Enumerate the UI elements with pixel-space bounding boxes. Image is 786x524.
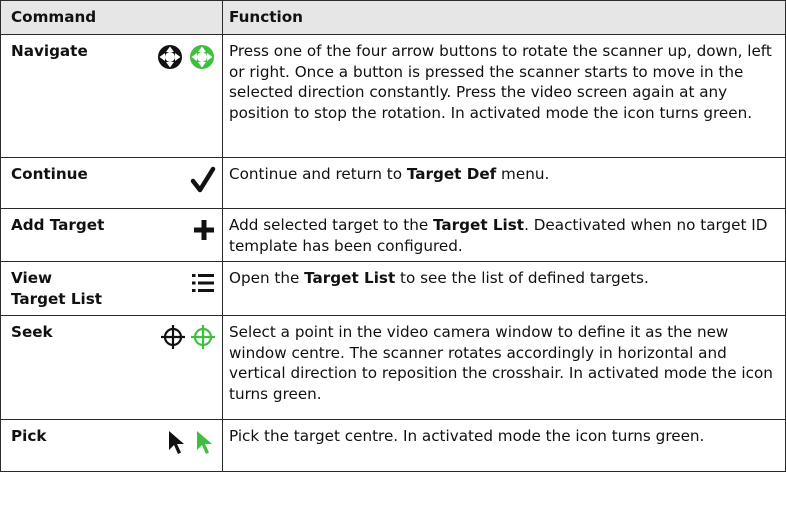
table-row-navigate: Navigate Press one of the four arrow but… — [0, 34, 786, 158]
command-label: Add Target — [11, 216, 105, 234]
function-menu-name: Target Def — [406, 165, 497, 183]
plus-icon — [194, 220, 214, 240]
function-text: Continue and return to — [229, 165, 407, 183]
function-text: to see the list of defined targets. — [395, 269, 649, 287]
cursor-arrow-icon — [169, 431, 184, 454]
command-label: Continue — [11, 165, 88, 183]
navigate-arrows-icon — [158, 45, 182, 69]
command-label: Navigate — [11, 42, 88, 60]
table-row-add-target: Add Target Add selected target to the Ta… — [0, 208, 786, 262]
function-description: Select a point in the video camera windo… — [222, 315, 786, 420]
navigate-arrows-icon-active — [190, 45, 214, 69]
function-text: Add selected target to the — [229, 216, 434, 234]
column-header-command: Command — [0, 0, 223, 35]
table-row-view-target-list: ViewTarget List Open the Target List to — [0, 261, 786, 316]
command-label: View Target List — [11, 268, 102, 309]
column-header-function: Function — [222, 0, 786, 35]
function-text: menu. — [496, 165, 550, 183]
crosshair-icon — [161, 325, 185, 349]
function-description: Press one of the four arrow buttons to r… — [222, 34, 786, 158]
checkmark-icon — [190, 166, 216, 193]
command-function-table: Command Function Navigate Press one of t… — [0, 0, 786, 472]
list-icon — [192, 274, 214, 292]
command-label-line: Target List — [11, 289, 103, 308]
crosshair-icon-active — [191, 325, 215, 349]
command-label-line: View — [11, 269, 53, 287]
function-list-name: Target List — [433, 216, 525, 234]
function-description: Pick the target centre. In activated mod… — [222, 419, 786, 472]
table-header-row: Command Function — [0, 0, 786, 35]
function-list-name: Target List — [304, 269, 396, 287]
function-description: Continue and return to Target Def menu. — [222, 157, 786, 209]
command-label: Pick — [11, 427, 47, 445]
table-row-pick: Pick Pick the target centre. In activate… — [0, 419, 786, 472]
function-description: Open the Target List to see the list of … — [222, 261, 786, 316]
table-row-continue: Continue Continue and return to Target D… — [0, 157, 786, 209]
function-text: Open the — [229, 269, 305, 287]
function-description: Add selected target to the Target List. … — [222, 208, 786, 262]
cursor-arrow-icon-active — [197, 431, 212, 454]
table-row-seek: Seek Select a point in the video camera … — [0, 315, 786, 420]
command-label: Seek — [11, 323, 53, 341]
